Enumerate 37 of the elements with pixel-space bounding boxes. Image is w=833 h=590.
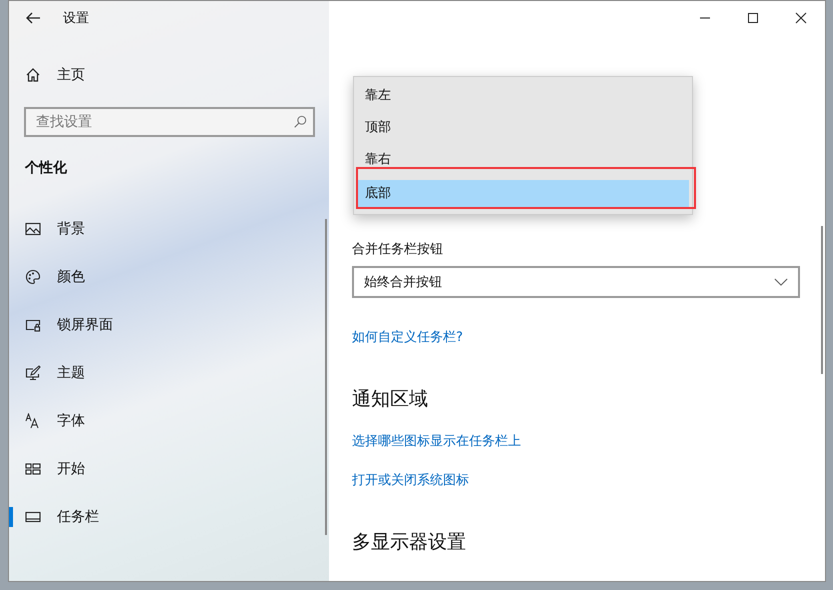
help-link[interactable]: 如何自定义任务栏?	[352, 328, 463, 346]
sidebar-nav-item[interactable]: 字体	[9, 397, 329, 445]
chevron-down-icon	[774, 278, 788, 286]
close-icon[interactable]	[795, 12, 807, 24]
settings-link[interactable]: 打开或关闭系统图标	[352, 471, 469, 489]
dropdown-option[interactable]: 底部	[357, 180, 689, 208]
dropdown-option[interactable]: 顶部	[354, 112, 692, 144]
home-nav-item[interactable]: 主页	[9, 51, 329, 99]
section-heading: 多显示器设置	[352, 530, 467, 555]
scrollbar[interactable]	[821, 226, 823, 374]
search-field[interactable]: 查找设置	[24, 107, 315, 137]
combine-dropdown[interactable]: 始终合并按钮	[352, 266, 800, 298]
font-icon	[25, 413, 41, 429]
sidebar-nav-item[interactable]: 颜色	[9, 253, 329, 301]
home-icon	[25, 67, 41, 83]
settings-link[interactable]: 选择哪些图标显示在任务栏上	[352, 432, 521, 450]
section-heading: 通知区域	[352, 387, 429, 412]
back-arrow-icon[interactable]	[25, 10, 41, 26]
tiles-icon	[25, 461, 41, 477]
section-heading: 个性化	[24, 159, 68, 178]
taskbar-icon	[25, 509, 41, 525]
search-icon	[293, 115, 307, 129]
dropdown-option[interactable]: 靠右	[354, 144, 692, 176]
sidebar-nav-item[interactable]: 锁屏界面	[9, 301, 329, 349]
picture-icon	[25, 221, 41, 237]
sidebar-nav-item[interactable]: 主题	[9, 349, 329, 397]
sidebar-nav-item[interactable]: 开始	[9, 445, 329, 493]
window-title: 设置	[63, 10, 89, 27]
dropdown-option[interactable]: 靠左	[354, 80, 692, 112]
sidebar-nav-item[interactable]: 任务栏	[9, 493, 329, 541]
theme-icon	[25, 365, 41, 381]
palette-icon	[25, 269, 41, 285]
maximize-icon[interactable]	[747, 12, 759, 24]
scrollbar[interactable]	[325, 219, 327, 535]
sidebar-nav-item[interactable]: 背景	[9, 205, 329, 253]
lock-screen-icon	[25, 317, 41, 333]
field-label: 合并任务栏按钮	[352, 241, 444, 258]
